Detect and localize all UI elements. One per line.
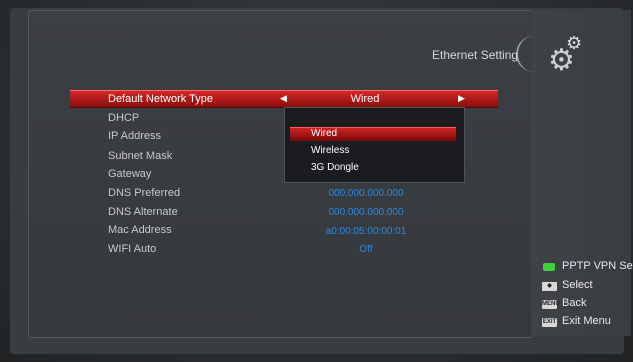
network-type-dropdown: Wired Wireless 3G Dongle xyxy=(284,107,465,183)
dropdown-option-wireless[interactable]: Wireless xyxy=(311,145,349,156)
row-label-default-network-type: Default Network Type xyxy=(108,93,213,105)
arrow-left-icon[interactable]: ◀ xyxy=(280,93,287,104)
select-key-icon: ◆ xyxy=(542,282,557,291)
page-title: Ethernet Setting xyxy=(432,48,519,62)
menu-key-icon: MENU xyxy=(542,300,560,309)
network-type-value: Wired xyxy=(350,93,380,105)
row-label-dns-preferred[interactable]: DNS Preferred xyxy=(108,187,180,199)
legend-pptp-vpn[interactable]: PPTP VPN Setti xyxy=(562,260,633,272)
row-label-dns-alternate[interactable]: DNS Alternate xyxy=(108,206,178,218)
row-label-subnet-mask[interactable]: Subnet Mask xyxy=(108,150,172,162)
mac-address-value: a0:00:05:00:00:01 xyxy=(325,226,407,237)
row-label-mac-address[interactable]: Mac Address xyxy=(108,224,172,236)
legend-select[interactable]: Select xyxy=(562,279,593,291)
row-label-ip-address[interactable]: IP Address xyxy=(108,130,161,142)
arrow-right-icon[interactable]: ▶ xyxy=(458,93,465,104)
wifi-auto-value: Off xyxy=(359,244,373,255)
dns-alternate-value: 000.000.000.000 xyxy=(328,207,404,218)
dropdown-option-3g-dongle[interactable]: 3G Dongle xyxy=(311,162,359,173)
legend-back[interactable]: Back xyxy=(562,297,586,309)
green-key-icon xyxy=(543,263,555,271)
row-label-wifi-auto[interactable]: WIFI Auto xyxy=(108,243,156,255)
dns-preferred-value: 000.000.000.000 xyxy=(328,188,404,199)
legend-exit-menu[interactable]: Exit Menu xyxy=(562,315,611,327)
row-label-dhcp[interactable]: DHCP xyxy=(108,112,139,124)
dropdown-option-wired[interactable]: Wired xyxy=(311,128,337,139)
row-label-gateway[interactable]: Gateway xyxy=(108,168,151,180)
title-bracket xyxy=(516,36,546,72)
gear-small-icon: ⚙ xyxy=(566,33,583,53)
exit-key-icon: EXIT xyxy=(542,318,557,327)
